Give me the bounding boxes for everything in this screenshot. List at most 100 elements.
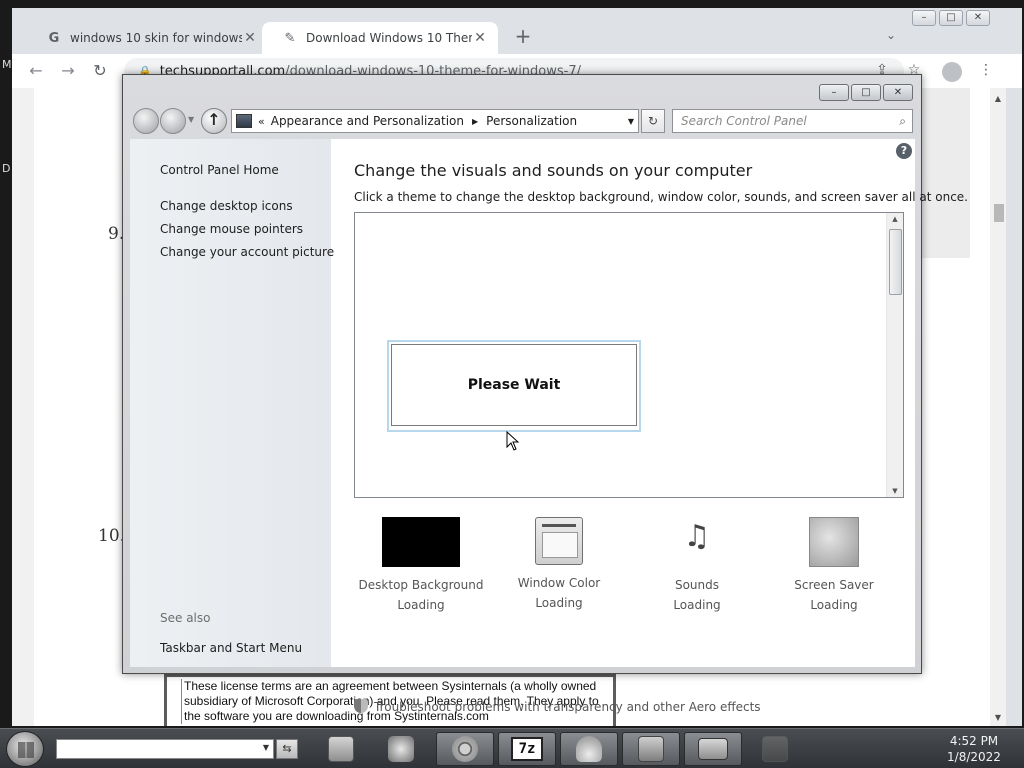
personalization-window: – □ ✕ ▼ ↑ « Appearance and Personalizati… [122, 74, 968, 714]
maximize-button[interactable]: □ [851, 84, 881, 101]
breadcrumb-personalization[interactable]: Personalization [486, 114, 577, 128]
see-also-label: See also [160, 611, 211, 625]
tab-title: Download Windows 10 Theme Fo [306, 31, 472, 45]
control-panel-icon [638, 736, 664, 762]
menu-kebab-icon[interactable]: ⋮ [976, 62, 996, 82]
tab-title: windows 10 skin for windows 7 - [70, 31, 242, 45]
back-button[interactable] [133, 108, 159, 134]
breadcrumb-appearance[interactable]: Appearance and Personalization [271, 114, 464, 128]
link-change-account-picture[interactable]: Change your account picture [160, 245, 334, 259]
search-input[interactable]: Search Control Panel ⌕ [672, 109, 913, 133]
tile-status: Loading [535, 596, 583, 610]
refresh-button[interactable]: ↻ [641, 109, 665, 133]
window-caption: – □ ✕ [123, 75, 921, 103]
tab-close-icon[interactable]: ✕ [242, 30, 258, 46]
taskbar-7zip[interactable]: 7z [498, 732, 556, 766]
start-button[interactable] [6, 731, 44, 767]
edge-letter-d: D [2, 162, 11, 175]
windows-logo-icon [18, 742, 34, 758]
scrollbar-thumb[interactable] [994, 204, 1004, 222]
link-change-mouse-pointers[interactable]: Change mouse pointers [160, 222, 303, 236]
tile-desktop-background[interactable]: Desktop Background Loading [356, 517, 486, 615]
shield-icon [354, 699, 368, 713]
chrome-icon [452, 736, 478, 762]
scrollbar-thumb[interactable] [889, 229, 902, 295]
taskbar-explorer[interactable] [312, 732, 370, 766]
tile-label: Screen Saver [794, 578, 874, 592]
address-go-button[interactable]: ⇆ [276, 739, 298, 759]
troubleshoot-link[interactable]: Troubleshoot problems with transparency … [354, 699, 761, 714]
link-control-panel-home[interactable]: Control Panel Home [160, 163, 279, 177]
page-scrollbar[interactable]: ▲ ▼ [990, 88, 1006, 726]
taskbar-shell[interactable] [560, 732, 618, 766]
folder-icon [328, 736, 354, 762]
scroll-up-icon[interactable]: ▲ [990, 94, 1006, 103]
page-subtitle: Click a theme to change the desktop back… [354, 190, 968, 204]
clock-time: 4:52 PM [949, 734, 999, 748]
close-button[interactable]: ✕ [966, 10, 990, 26]
taskbar-app[interactable] [746, 732, 804, 766]
tile-label: Desktop Background [358, 578, 484, 592]
clock-date: 1/8/2022 [947, 750, 1001, 764]
address-dropdown-icon[interactable]: ▼ [628, 117, 634, 126]
themes-list[interactable]: Please Wait ▲ ▼ [354, 212, 904, 498]
taskbar-address-input[interactable]: ▼ [56, 739, 274, 759]
link-taskbar-start-menu[interactable]: Taskbar and Start Menu [160, 641, 302, 655]
up-button[interactable]: ↑ [201, 108, 227, 134]
chevron-right-icon[interactable]: ▶ [472, 117, 478, 126]
media-player-icon [388, 736, 414, 762]
taskbar-control-panel[interactable] [622, 732, 680, 766]
tile-status: Loading [397, 598, 445, 612]
scroll-down-icon[interactable]: ▼ [887, 487, 903, 495]
techsupportall-icon: ✎ [284, 30, 296, 46]
search-placeholder: Search Control Panel [681, 114, 807, 128]
close-button[interactable]: ✕ [883, 84, 913, 101]
profile-avatar[interactable] [942, 62, 962, 82]
tile-sounds[interactable]: ♫ Sounds Loading [632, 517, 762, 615]
tab-close-icon[interactable]: ✕ [472, 30, 488, 46]
chevron-left-icon[interactable]: « [258, 115, 265, 128]
tab-download-theme[interactable]: ✎ Download Windows 10 Theme Fo ✕ [262, 22, 498, 54]
help-icon[interactable]: ? [896, 143, 912, 159]
tile-window-color[interactable]: Window Color Loading [494, 517, 624, 613]
new-tab-button[interactable]: + [512, 26, 534, 48]
navigation-bar: ▼ ↑ « Appearance and Personalization ▶ P… [131, 107, 915, 135]
window-icon [698, 738, 728, 760]
taskbar-media-player[interactable] [372, 732, 430, 766]
desktop-background-icon [382, 517, 460, 567]
address-dropdown-icon[interactable]: ▼ [263, 743, 269, 752]
mouse-cursor-icon [506, 431, 520, 451]
breadcrumb[interactable]: « Appearance and Personalization ▶ Perso… [231, 109, 639, 133]
window-color-icon [535, 517, 583, 565]
browser-window-controls: – □ ✕ [912, 10, 990, 26]
tab-search-icon[interactable]: ⌄ [882, 28, 900, 46]
left-task-pane: Control Panel Home Change desktop icons … [130, 139, 334, 667]
reload-icon[interactable]: ↻ [90, 62, 110, 82]
tab-strip: G windows 10 skin for windows 7 - ✕ ✎ Do… [12, 8, 1022, 54]
themes-scrollbar[interactable]: ▲ ▼ [886, 213, 903, 497]
maximize-button[interactable]: □ [939, 10, 963, 26]
taskbar-window[interactable] [684, 732, 742, 766]
taskbar-chrome[interactable] [436, 732, 494, 766]
search-icon[interactable]: ⌕ [899, 114, 906, 129]
tab-google-search[interactable]: G windows 10 skin for windows 7 - ✕ [26, 22, 268, 54]
minimize-button[interactable]: – [912, 10, 936, 26]
minimize-button[interactable]: – [819, 84, 849, 101]
link-change-desktop-icons[interactable]: Change desktop icons [160, 199, 293, 213]
tile-screen-saver[interactable]: Screen Saver Loading [769, 517, 899, 615]
forward-button[interactable] [160, 108, 186, 134]
forward-arrow-icon[interactable]: → [58, 62, 78, 82]
scroll-down-icon[interactable]: ▼ [990, 713, 1006, 722]
system-clock[interactable]: 4:52 PM 1/8/2022 [936, 733, 1012, 765]
step-number-10: 10. [98, 526, 126, 546]
please-wait-text: Please Wait [391, 344, 637, 426]
window-controls: – □ ✕ [819, 84, 913, 101]
tile-label: Window Color [517, 576, 601, 590]
shell-icon [576, 736, 602, 762]
recent-pages-dropdown-icon[interactable]: ▼ [188, 115, 194, 124]
control-panel-icon [236, 114, 252, 128]
page-title: Change the visuals and sounds on your co… [354, 161, 753, 180]
scroll-up-icon[interactable]: ▲ [887, 215, 903, 223]
tile-status: Loading [810, 598, 858, 612]
back-arrow-icon[interactable]: ← [26, 62, 46, 82]
